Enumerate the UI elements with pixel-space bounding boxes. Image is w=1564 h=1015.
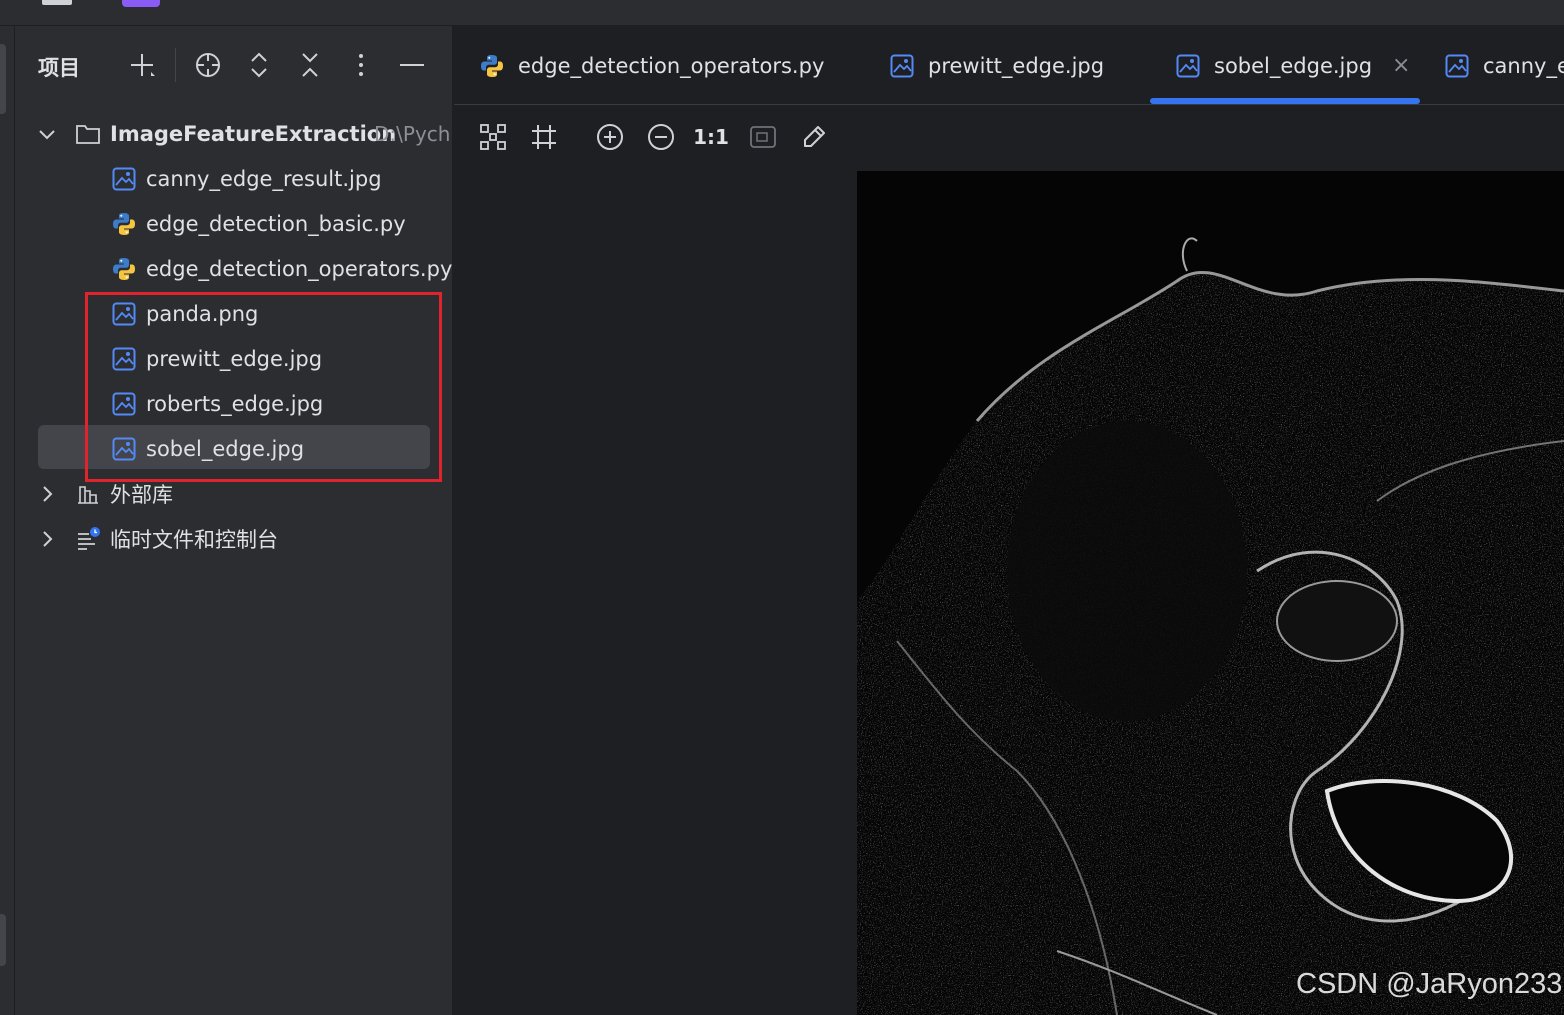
tree-row-scratches[interactable]: 临时文件和控制台 [15, 516, 453, 561]
file-name: edge_detection_operators.py [146, 256, 453, 281]
window-title-strip [0, 0, 1564, 26]
tab-label: prewitt_edge.jpg [928, 53, 1105, 78]
chevron-down-icon[interactable] [35, 122, 59, 146]
library-icon [75, 481, 101, 507]
eyedropper-icon [804, 126, 825, 147]
image-viewer-toolbar: 1:1 [454, 106, 1564, 168]
new-file-button[interactable] [123, 46, 161, 84]
fit-zoom-button[interactable] [476, 120, 510, 154]
editor-area: edge_detection_operators.py prewitt_edge… [454, 26, 1564, 1015]
header-separator [175, 48, 176, 82]
expand-icon [251, 52, 267, 78]
tree-root-row[interactable]: ImageFeatureExtraction D:\Pych [15, 111, 453, 156]
scratches-icon [75, 526, 101, 552]
expand-all-button[interactable] [240, 46, 278, 84]
scratches-label: 临时文件和控制台 [110, 527, 278, 552]
main-menu-icon[interactable] [42, 0, 72, 5]
close-tab-button[interactable]: × [1392, 53, 1410, 78]
tab-sobel-edge[interactable]: sobel_edge.jpg × [1174, 26, 1410, 105]
tab-canny-edge[interactable]: canny_e [1443, 26, 1564, 105]
tab-label: canny_e [1483, 53, 1564, 78]
project-panel-title: 项目 [38, 56, 80, 80]
minimize-icon [400, 64, 424, 66]
tree-row-file[interactable]: edge_detection_operators.py [15, 246, 453, 291]
image-file-icon [888, 52, 916, 80]
tree-row-file[interactable]: edge_detection_basic.py [15, 201, 453, 246]
color-picker-button[interactable] [797, 120, 831, 154]
background-toggle-button[interactable] [746, 120, 780, 154]
tab-label: edge_detection_operators.py [518, 53, 825, 78]
project-tool-button[interactable] [0, 44, 6, 114]
chevron-right-icon[interactable] [35, 527, 59, 551]
sobel-edge-image [857, 171, 1564, 1015]
highlight-annotation-box [85, 292, 442, 482]
image-preview [857, 171, 1564, 1015]
image-file-icon [111, 166, 137, 192]
zoom-in-icon [597, 124, 623, 150]
active-tab-indicator [1150, 98, 1420, 104]
tool-window-stripe [0, 26, 15, 1015]
tab-prewitt-edge[interactable]: prewitt_edge.jpg [888, 26, 1104, 105]
zoom-in-button[interactable] [593, 120, 627, 154]
project-panel: 项目 ImageFeatureExtraction D:\Pych canny_… [15, 26, 453, 1015]
zoom-out-icon [648, 124, 674, 150]
collapse-icon [302, 53, 318, 77]
crosshair-icon [196, 53, 220, 77]
csdn-watermark: CSDN @JaRyon233 [1296, 968, 1563, 1000]
image-file-icon [1443, 52, 1471, 80]
zoom-out-button[interactable] [644, 120, 678, 154]
file-name: canny_edge_result.jpg [146, 166, 382, 191]
project-badge-icon[interactable] [122, 0, 160, 7]
editor-tabs: edge_detection_operators.py prewitt_edge… [454, 26, 1564, 105]
python-file-icon [478, 52, 506, 80]
locate-file-button[interactable] [189, 46, 227, 84]
grid-toggle-button[interactable] [527, 120, 561, 154]
tab-edge-detection-operators[interactable]: edge_detection_operators.py [478, 26, 824, 105]
grid-icon [532, 125, 556, 149]
python-file-icon [111, 211, 137, 237]
hide-panel-button[interactable] [393, 46, 431, 84]
more-vertical-icon [359, 54, 363, 76]
actual-size-button[interactable]: 1:1 [693, 120, 729, 154]
root-folder-path: D:\Pych [374, 121, 451, 146]
chessboard-icon [750, 126, 776, 148]
tree-row-file[interactable]: canny_edge_result.jpg [15, 156, 453, 201]
file-name: edge_detection_basic.py [146, 211, 406, 236]
folder-icon [75, 121, 101, 147]
plus-icon [131, 54, 155, 76]
external-libraries-label: 外部库 [110, 482, 173, 507]
python-file-icon [111, 256, 137, 282]
project-panel-header: 项目 [15, 26, 453, 106]
chevron-right-icon[interactable] [35, 482, 59, 506]
collapse-all-button[interactable] [291, 46, 329, 84]
options-button[interactable] [342, 46, 380, 84]
tab-label: sobel_edge.jpg [1214, 53, 1373, 78]
root-folder-name: ImageFeatureExtraction [110, 121, 397, 146]
bottom-tool-button[interactable] [0, 914, 6, 966]
image-file-icon [1174, 52, 1202, 80]
fit-to-window-icon [480, 124, 506, 150]
